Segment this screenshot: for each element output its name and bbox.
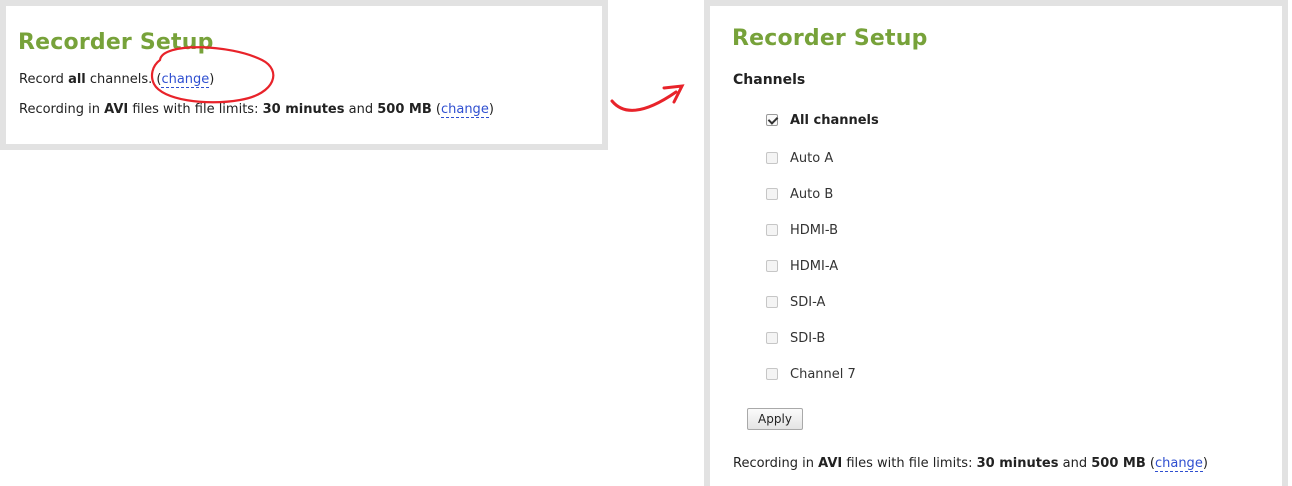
rec-open: ( [1145,456,1155,471]
channel-option-label: All channels [790,112,879,128]
rec-mid: files with file limits: [842,456,977,471]
channel-option-channel-7[interactable]: Channel 7 [766,364,856,384]
checkbox[interactable] [766,368,778,380]
recording-limits-line: Recording in AVI files with file limits:… [733,456,1208,472]
channel-option-label: HDMI-B [790,222,838,238]
channel-option-auto-a[interactable]: Auto A [766,148,833,168]
arrow-curve [610,90,678,112]
record-close: ) [209,72,215,87]
channel-option-hdmi-b[interactable]: HDMI-B [766,220,838,240]
rec-time: 30 minutes [262,102,345,117]
rec-open: ( [431,102,441,117]
channel-option-label: HDMI-A [790,258,839,274]
channel-option-label: SDI-A [790,294,826,310]
channel-option-auto-b[interactable]: Auto B [766,184,833,204]
record-all-bold: all [68,72,86,87]
checkbox[interactable] [766,332,778,344]
checkbox[interactable] [766,114,778,126]
rec-and: and [344,102,378,117]
record-prefix: Record [19,72,69,87]
rec-close: ) [488,102,494,117]
change-limits-link[interactable]: change [1154,456,1203,472]
checkbox[interactable] [766,188,778,200]
record-channels-line: Record all channels. (change) [19,72,215,88]
checkbox[interactable] [766,260,778,272]
checkbox[interactable] [766,296,778,308]
change-channels-link[interactable]: change [161,72,210,88]
channel-option-label: Auto B [790,186,834,202]
channel-option-sdi-b[interactable]: SDI-B [766,328,825,348]
arrow-head [662,84,685,104]
channel-option-sdi-a[interactable]: SDI-A [766,292,825,312]
rec-and: and [1058,456,1092,471]
rec-prefix: Recording in [733,456,819,471]
checkbox[interactable] [766,152,778,164]
rec-time: 30 minutes [976,456,1059,471]
channel-option-label: Auto A [790,150,834,166]
recorder-setup-summary-panel: Recorder Setup Record all channels. (cha… [0,0,608,150]
channels-heading: Channels [733,72,806,88]
panel-title: Recorder Setup [732,26,928,51]
rec-size: 500 MB [377,102,432,117]
rec-format: AVI [818,456,843,471]
rec-prefix: Recording in [19,102,105,117]
panel-title: Recorder Setup [18,30,214,55]
channel-option-hdmi-a[interactable]: HDMI-A [766,256,838,276]
channel-option-label: Channel 7 [790,366,856,382]
rec-mid: files with file limits: [128,102,263,117]
checkbox[interactable] [766,224,778,236]
channel-option-label: SDI-B [790,330,826,346]
recording-limits-line: Recording in AVI files with file limits:… [19,102,494,118]
rec-format: AVI [104,102,129,117]
record-suffix: channels. ( [85,72,162,87]
rec-size: 500 MB [1091,456,1146,471]
apply-button[interactable]: Apply [747,408,803,430]
recorder-setup-channels-panel: Recorder Setup Channels All channels Aut… [704,0,1288,486]
rec-close: ) [1202,456,1208,471]
channel-option-all-channels[interactable]: All channels [766,110,879,130]
change-limits-link[interactable]: change [440,102,489,118]
